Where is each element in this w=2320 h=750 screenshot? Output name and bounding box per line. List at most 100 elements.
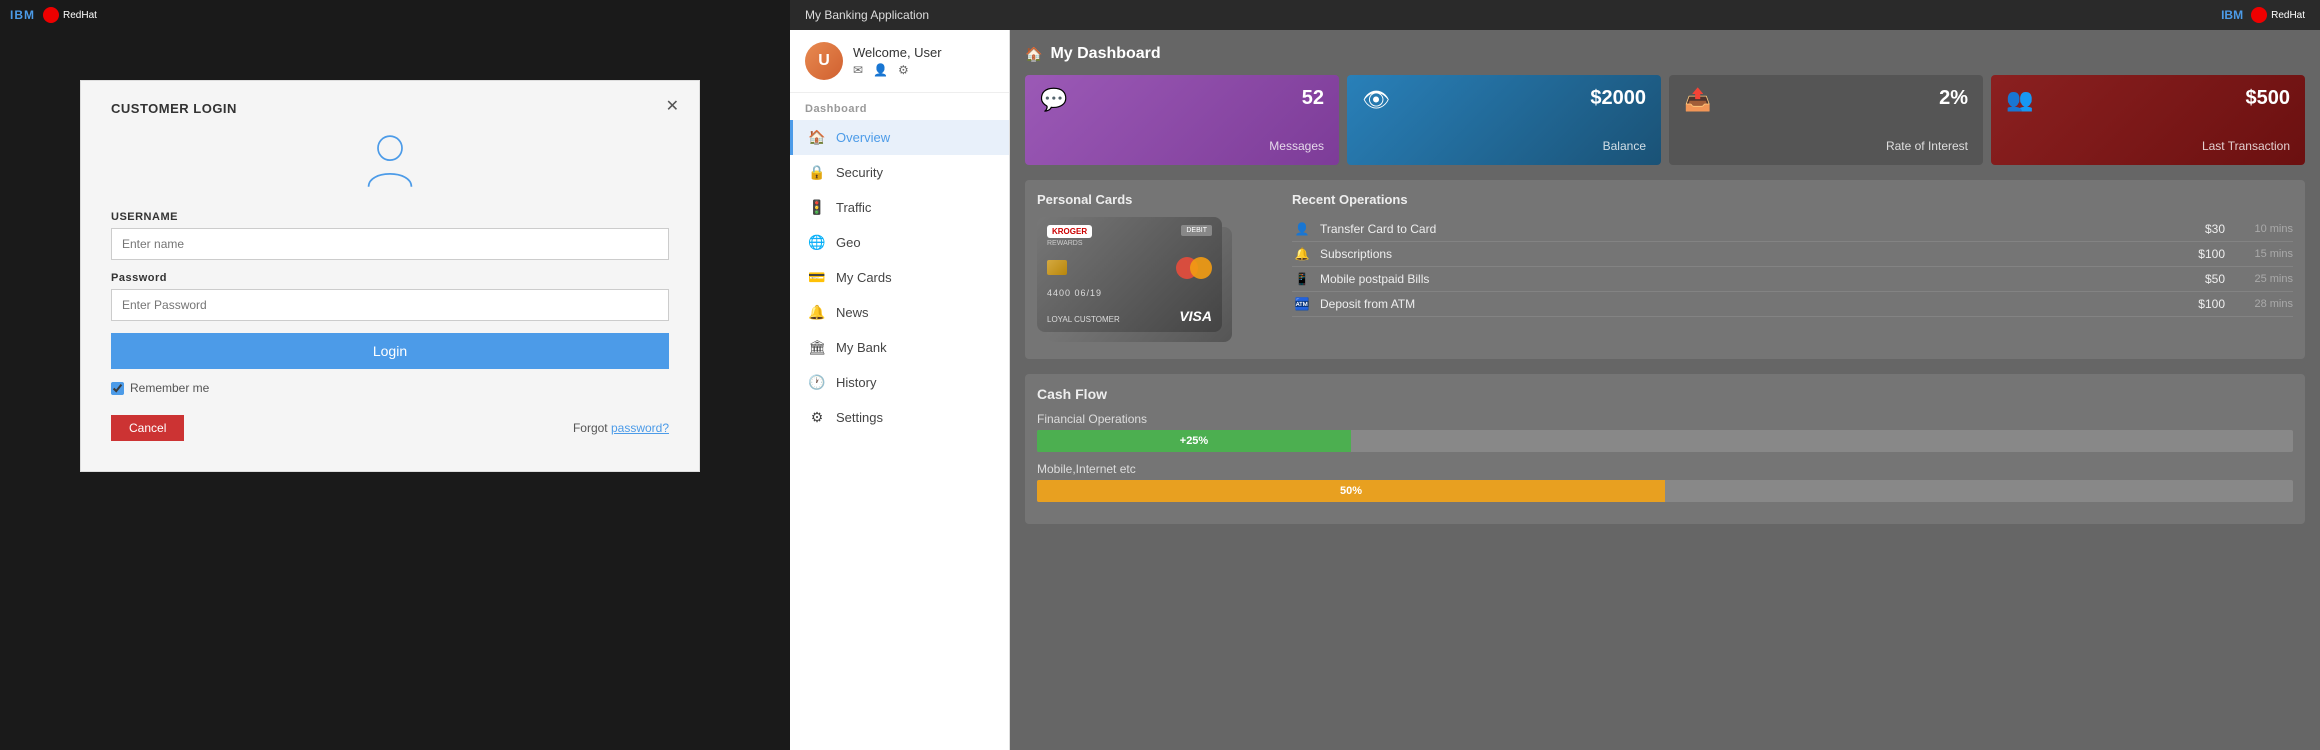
login-button[interactable]: Login bbox=[111, 333, 669, 369]
sidebar-item-mybank[interactable]: 🏛 My Bank bbox=[790, 330, 1009, 365]
sidebar-item-history[interactable]: 🕐 History bbox=[790, 365, 1009, 400]
mc-circle-orange bbox=[1190, 257, 1212, 279]
app-header: My Banking Application IBM RedHat bbox=[790, 0, 2320, 30]
stat-card-interest-top: 📤 2% bbox=[1684, 87, 1968, 113]
mobile-op-time: 25 mins bbox=[2233, 273, 2293, 285]
recent-ops-title: Recent Operations bbox=[1292, 192, 2293, 207]
forgot-password-link[interactable]: password? bbox=[611, 421, 669, 435]
atm-op-amount: $100 bbox=[2175, 297, 2225, 311]
visa-logo: VISA bbox=[1179, 308, 1212, 324]
subscriptions-op-time: 15 mins bbox=[2233, 248, 2293, 260]
password-input[interactable] bbox=[111, 289, 669, 321]
username-input[interactable] bbox=[111, 228, 669, 260]
transaction-value: $500 bbox=[2043, 87, 2290, 110]
ibm-logo-left: IBM bbox=[10, 8, 35, 22]
main-content: 🏠 My Dashboard 💬 52 Messages 👁 $2000 bbox=[1010, 30, 2320, 750]
sidebar-item-traffic[interactable]: 🚦 Traffic bbox=[790, 190, 1009, 225]
redhat-text-right: RedHat bbox=[2271, 10, 2305, 21]
sidebar-item-mycards-label: My Cards bbox=[836, 270, 892, 285]
stat-card-balance[interactable]: 👁 $2000 Balance bbox=[1347, 75, 1661, 165]
card-chip bbox=[1047, 260, 1067, 275]
bank-card-front: KROGER REWARDS DEBIT bbox=[1037, 217, 1222, 332]
ops-table: 👤 Transfer Card to Card $30 10 mins 🔔 Su… bbox=[1292, 217, 2293, 317]
remember-row: Remember me bbox=[111, 381, 669, 395]
stat-card-transaction-top: 👥 $500 bbox=[2006, 87, 2290, 113]
overview-icon: 🏠 bbox=[808, 129, 826, 146]
sidebar-item-news[interactable]: 🔔 News bbox=[790, 295, 1009, 330]
user-info: Welcome, User ✉ 👤 ⚙ bbox=[853, 45, 942, 77]
recent-ops-section: Recent Operations 👤 Transfer Card to Car… bbox=[1292, 192, 2293, 347]
mastercard-logo bbox=[1176, 257, 1212, 279]
password-label: Password bbox=[111, 272, 669, 284]
login-title: CUSTOMER LOGIN bbox=[111, 101, 669, 116]
cashflow-financial: Financial Operations +25% bbox=[1037, 412, 2293, 452]
cashflow-section: Cash Flow Financial Operations +25% Mobi… bbox=[1025, 374, 2305, 524]
messages-value: 52 bbox=[1077, 87, 1324, 110]
card-stack: KROGERREWARDS KROGER REWARDS DEBIT bbox=[1037, 217, 1237, 347]
card-bottom: LOYAL CUSTOMER VISA bbox=[1047, 308, 1212, 324]
username-label: USERNAME bbox=[111, 211, 669, 223]
user-avatar-icon bbox=[360, 131, 420, 191]
transfer-op-name: Transfer Card to Card bbox=[1320, 222, 2167, 236]
transfer-op-time: 10 mins bbox=[2233, 223, 2293, 235]
sidebar-item-geo-label: Geo bbox=[836, 235, 861, 250]
dashboard-title: My Dashboard bbox=[1050, 45, 1160, 63]
news-icon: 🔔 bbox=[808, 304, 826, 321]
sidebar-item-settings[interactable]: ⚙ Settings bbox=[790, 400, 1009, 435]
mobile-op-amount: $50 bbox=[2175, 272, 2225, 286]
sidebar-item-security[interactable]: 🔒 Security bbox=[790, 155, 1009, 190]
mycards-icon: 💳 bbox=[808, 269, 826, 286]
user-name: Welcome, User bbox=[853, 45, 942, 60]
sidebar-item-geo[interactable]: 🌐 Geo bbox=[790, 225, 1009, 260]
transaction-label: Last Transaction bbox=[2202, 139, 2290, 153]
login-container: CUSTOMER LOGIN ✕ USERNAME Password Login… bbox=[80, 80, 700, 472]
redhat-logo-right: RedHat bbox=[2251, 7, 2305, 23]
personal-cards-title: Personal Cards bbox=[1037, 192, 1277, 207]
sidebar-item-settings-label: Settings bbox=[836, 410, 883, 425]
form-footer: Cancel Forgot password? bbox=[111, 415, 669, 441]
card-middle bbox=[1047, 257, 1212, 279]
stat-card-balance-top: 👁 $2000 bbox=[1362, 87, 1646, 113]
user-profile: U Welcome, User ✉ 👤 ⚙ bbox=[790, 30, 1009, 93]
atm-op-icon: 🏧 bbox=[1292, 297, 1312, 311]
balance-icon: 👁 bbox=[1362, 87, 1390, 113]
cancel-button[interactable]: Cancel bbox=[111, 415, 184, 441]
sidebar: U Welcome, User ✉ 👤 ⚙ Dashboard 🏠 Overvi… bbox=[790, 30, 1010, 750]
messages-icon: 💬 bbox=[1040, 87, 1067, 113]
card-brand-container: KROGER REWARDS bbox=[1047, 225, 1092, 247]
op-row-transfer: 👤 Transfer Card to Card $30 10 mins bbox=[1292, 217, 2293, 242]
user-avatar-container bbox=[111, 131, 669, 191]
sidebar-item-overview[interactable]: 🏠 Overview bbox=[790, 120, 1009, 155]
transfer-op-amount: $30 bbox=[2175, 222, 2225, 236]
mail-icon[interactable]: ✉ bbox=[853, 63, 863, 77]
mobile-progress-bg: 50% bbox=[1037, 480, 2293, 502]
interest-icon: 📤 bbox=[1684, 87, 1711, 113]
sidebar-item-mycards[interactable]: 💳 My Cards bbox=[790, 260, 1009, 295]
history-icon: 🕐 bbox=[808, 374, 826, 391]
personal-cards-section: Personal Cards KROGERREWARDS KROGER REWA… bbox=[1037, 192, 1277, 347]
stat-card-messages[interactable]: 💬 52 Messages bbox=[1025, 75, 1339, 165]
remember-checkbox[interactable] bbox=[111, 382, 124, 395]
dashboard-home-icon: 🏠 bbox=[1025, 46, 1042, 63]
op-row-atm: 🏧 Deposit from ATM $100 28 mins bbox=[1292, 292, 2293, 317]
sidebar-item-mybank-label: My Bank bbox=[836, 340, 887, 355]
financial-ops-label: Financial Operations bbox=[1037, 412, 2293, 426]
interest-label: Rate of Interest bbox=[1886, 139, 1968, 153]
sidebar-item-overview-label: Overview bbox=[836, 130, 890, 145]
sidebar-item-security-label: Security bbox=[836, 165, 883, 180]
cashflow-mobile: Mobile,Internet etc 50% bbox=[1037, 462, 2293, 502]
settings-nav-icon: ⚙ bbox=[808, 409, 826, 426]
card-top-row: KROGER REWARDS DEBIT bbox=[1047, 225, 1212, 247]
stat-card-interest[interactable]: 📤 2% Rate of Interest bbox=[1669, 75, 1983, 165]
interest-value: 2% bbox=[1721, 87, 1968, 110]
user-icon[interactable]: 👤 bbox=[873, 63, 888, 77]
close-button[interactable]: ✕ bbox=[666, 96, 679, 116]
sidebar-item-news-label: News bbox=[836, 305, 869, 320]
stat-card-transaction[interactable]: 👥 $500 Last Transaction bbox=[1991, 75, 2305, 165]
cashflow-title: Cash Flow bbox=[1037, 386, 2293, 402]
balance-label: Balance bbox=[1603, 139, 1646, 153]
traffic-icon: 🚦 bbox=[808, 199, 826, 216]
user-action-icons: ✉ 👤 ⚙ bbox=[853, 63, 942, 77]
mobile-ops-label: Mobile,Internet etc bbox=[1037, 462, 2293, 476]
settings-icon[interactable]: ⚙ bbox=[898, 63, 909, 77]
